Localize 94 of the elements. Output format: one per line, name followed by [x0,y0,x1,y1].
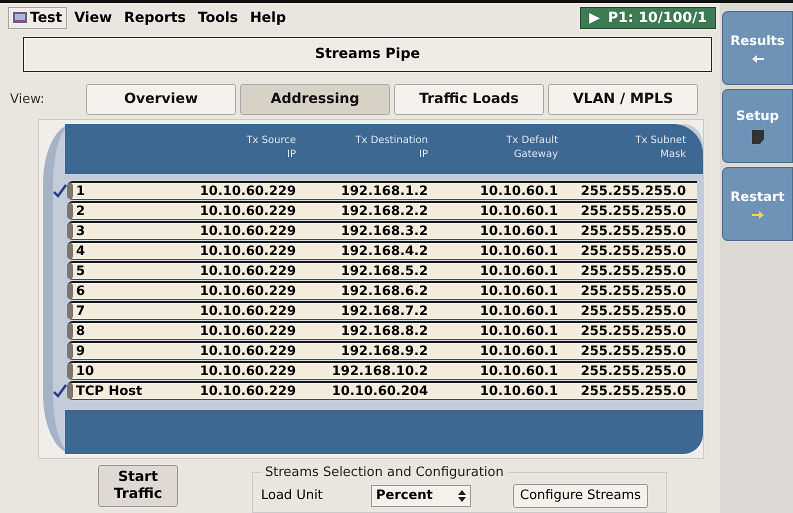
column-header: Tx Destination IP [354,134,428,162]
panel-title: Streams Pipe [23,36,712,72]
row-handle-icon [67,203,73,220]
table-cell-text: 255.255.255.0 [580,284,686,299]
table-cell-text: 10.10.60.1 [478,344,558,359]
menu-item[interactable]: Reports [119,6,191,29]
table-cell-text: 192.168.6.2 [340,284,428,299]
table-cell-text: 10.10.60.1 [478,304,558,319]
table-cell-text: 255.255.255.0 [580,384,686,399]
table-cell-text: 10.10.60.1 [478,224,558,239]
table-cell-text: 10.10.60.229 [198,204,296,219]
table-cell-text: 10.10.60.1 [478,364,558,379]
table-cell-text: 10.10.60.229 [198,344,296,359]
menu-item[interactable]: Test [8,6,68,29]
table-cell-text: 10.10.60.229 [198,264,296,279]
row-handle-icon [67,303,73,320]
menu-item[interactable]: Tools [192,6,243,29]
stream-name: 3 [76,224,86,239]
stream-name: 5 [76,264,86,279]
check-icon [53,184,67,198]
row-handle-icon [67,243,73,260]
stream-name: 1 [76,184,86,199]
table-cell-text: 10.10.60.229 [198,304,296,319]
configure-streams-button[interactable]: Configure Streams [513,484,648,508]
load-unit-label: Load Unit [261,488,324,504]
monitor-icon [13,12,27,24]
table-cell-text: 255.255.255.0 [580,364,686,379]
column-header: Tx Subnet Mask [634,134,686,162]
arrow-icon [752,210,764,218]
menu-item[interactable]: Help [244,6,292,29]
table-cell-text: 192.168.5.2 [340,264,428,279]
updown-icon [458,490,466,502]
table-cell-text: 10.10.60.1 [478,324,558,339]
stream-name: 8 [76,324,86,339]
row-handle-icon [67,343,73,360]
table-cell-text: 10.10.60.1 [478,244,558,259]
table-cell-text: 255.255.255.0 [580,304,686,319]
stream-name: 2 [76,204,86,219]
table-cell-text: 192.168.10.2 [330,364,428,379]
column-header: Tx Source IP [245,134,296,162]
table-cell-text: 255.255.255.0 [580,344,686,359]
table-cell-text: 10.10.60.229 [198,324,296,339]
table-cell-text: 10.10.60.1 [478,204,558,219]
table-cell-text: 10.10.60.229 [198,384,296,399]
table-cell-text: 10.10.60.229 [198,224,296,239]
table-cell-text: 10.10.60.1 [478,384,558,399]
view-tab[interactable]: Traffic Loads [394,84,544,115]
stream-name: TCP Host [76,384,144,399]
table-cell-text: 10.10.60.1 [478,264,558,279]
table-cell-text: 192.168.2.2 [340,204,428,219]
view-tab[interactable]: Addressing [240,84,390,115]
table-cell-text: 10.10.60.229 [198,364,296,379]
table-cell-text: 255.255.255.0 [580,204,686,219]
stream-name: 6 [76,284,86,299]
stream-name: 10 [76,364,96,379]
stream-name: 4 [76,244,86,259]
table-cell-text: 10.10.60.204 [330,384,428,399]
table-cell-text: 192.168.9.2 [340,344,428,359]
row-handle-icon [67,283,73,300]
row-handle-icon [67,323,73,340]
table-cell-text: 192.168.8.2 [340,324,428,339]
row-handle-icon [67,183,73,200]
table-cell-text: 192.168.7.2 [340,304,428,319]
view-tab[interactable]: VLAN / MPLS [548,84,698,115]
table-cell-text: 10.10.60.229 [198,184,296,199]
row-handle-icon [67,383,73,400]
view-label: View: [10,92,46,107]
row-handle-icon [67,363,73,380]
group-title: Streams Selection and Configuration [264,464,505,480]
check-icon [53,384,67,398]
table-cell-text: 10.10.60.1 [478,284,558,299]
arrow-left-icon [752,54,764,62]
table-cell-text: 255.255.255.0 [580,264,686,279]
view-tab[interactable]: Overview [86,84,236,115]
table-cell-text: 192.168.3.2 [340,224,428,239]
table-cell-text: 255.255.255.0 [580,244,686,259]
table-cell-text: 255.255.255.0 [580,224,686,239]
page-icon [752,130,764,144]
table-cell-text: 10.10.60.229 [198,284,296,299]
table-cell-text: 192.168.4.2 [340,244,428,259]
table-cell-text: 255.255.255.0 [580,184,686,199]
table-cell-text: 10.10.60.1 [478,184,558,199]
table-cell-text: 192.168.1.2 [340,184,428,199]
port-status: ▶ P1: 10/100/1 [580,6,716,29]
stream-name: 7 [76,304,86,319]
load-unit-select[interactable]: Percent [371,484,471,507]
table-cell-text: 10.10.60.229 [198,244,296,259]
row-handle-icon [67,223,73,240]
menu-item[interactable]: View [69,6,118,29]
table-cell-text: 255.255.255.0 [580,324,686,339]
row-handle-icon [67,263,73,280]
column-header: Tx Default Gateway [505,134,558,162]
stream-name: 9 [76,344,86,359]
start-traffic-button[interactable]: Start Traffic [98,464,178,507]
